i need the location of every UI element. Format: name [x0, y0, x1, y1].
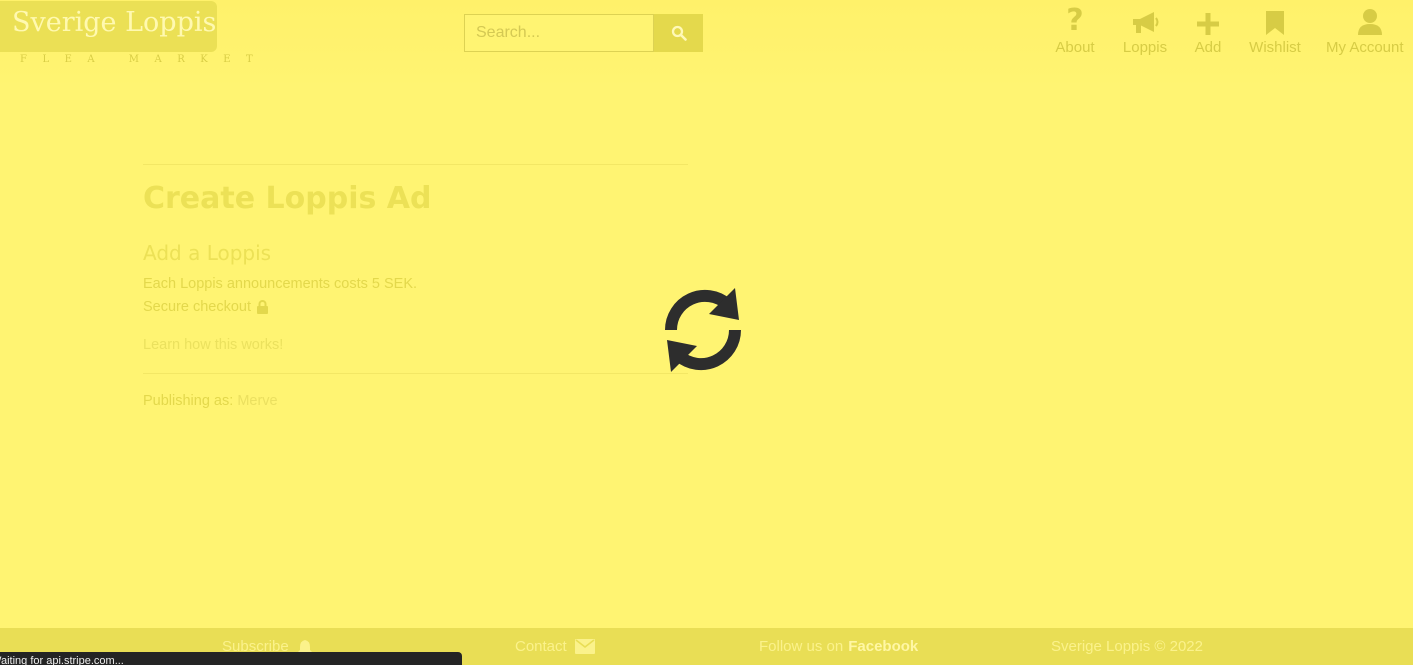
nav-loppis-label: Loppis — [1122, 39, 1168, 56]
facebook-link[interactable]: Facebook — [848, 638, 918, 655]
nav-add[interactable]: Add — [1189, 6, 1227, 56]
question-icon: ? — [1066, 3, 1084, 38]
contact-label: Contact — [515, 638, 567, 655]
plus-icon — [1196, 6, 1220, 36]
learn-how-link[interactable]: Learn how this works! — [143, 337, 283, 353]
refresh-spinner-icon — [664, 288, 742, 372]
search-input[interactable] — [464, 14, 654, 52]
logo-subtitle: FLEA MARKET — [20, 54, 269, 65]
nav-my-account[interactable]: My Account — [1326, 6, 1413, 56]
nav-loppis[interactable]: Loppis — [1120, 6, 1170, 56]
secure-checkout-label: Secure checkout — [143, 299, 252, 315]
copyright: Sverige Loppis © 2022 — [1051, 638, 1203, 655]
cost-text: Each Loppis announcements costs 5 SEK. — [143, 276, 418, 292]
top-divider — [143, 164, 688, 165]
nav-about[interactable]: ? About — [1052, 3, 1098, 57]
site-header: Sverige Loppis FLEA MARKET ? About Loppi… — [0, 0, 1413, 90]
nav-my-account-label: My Account — [1326, 39, 1404, 56]
bottom-divider — [143, 373, 688, 374]
search-icon — [671, 25, 687, 41]
nav-add-label: Add — [1194, 39, 1222, 56]
follow-label: Follow us on — [759, 638, 844, 655]
nav-wishlist[interactable]: Wishlist — [1244, 6, 1306, 56]
follow-us: Follow us on Facebook — [759, 638, 918, 655]
nav-about-label: About — [1055, 39, 1095, 56]
envelope-icon — [574, 639, 595, 654]
publishing-user-link[interactable]: Merve — [237, 393, 277, 409]
search-button[interactable] — [654, 14, 703, 52]
publishing-as: Publishing as: Merve — [143, 393, 278, 409]
site-logo[interactable]: Sverige Loppis — [0, 1, 217, 52]
megaphone-icon — [1130, 6, 1160, 36]
browser-status-bar: Waiting for api.stripe.com... — [0, 652, 462, 665]
section-title: Add a Loppis — [143, 241, 272, 265]
page-title: Create Loppis Ad — [143, 181, 432, 216]
lock-icon — [257, 300, 269, 314]
bookmark-icon — [1265, 6, 1285, 36]
user-icon — [1326, 6, 1413, 36]
browser-status-text: Waiting for api.stripe.com... — [0, 655, 124, 665]
publishing-label: Publishing as: — [143, 393, 234, 409]
contact-link[interactable]: Contact — [515, 638, 595, 655]
secure-checkout: Secure checkout — [143, 299, 269, 315]
logo-text: Sverige Loppis — [12, 7, 217, 38]
nav-wishlist-label: Wishlist — [1249, 39, 1301, 56]
